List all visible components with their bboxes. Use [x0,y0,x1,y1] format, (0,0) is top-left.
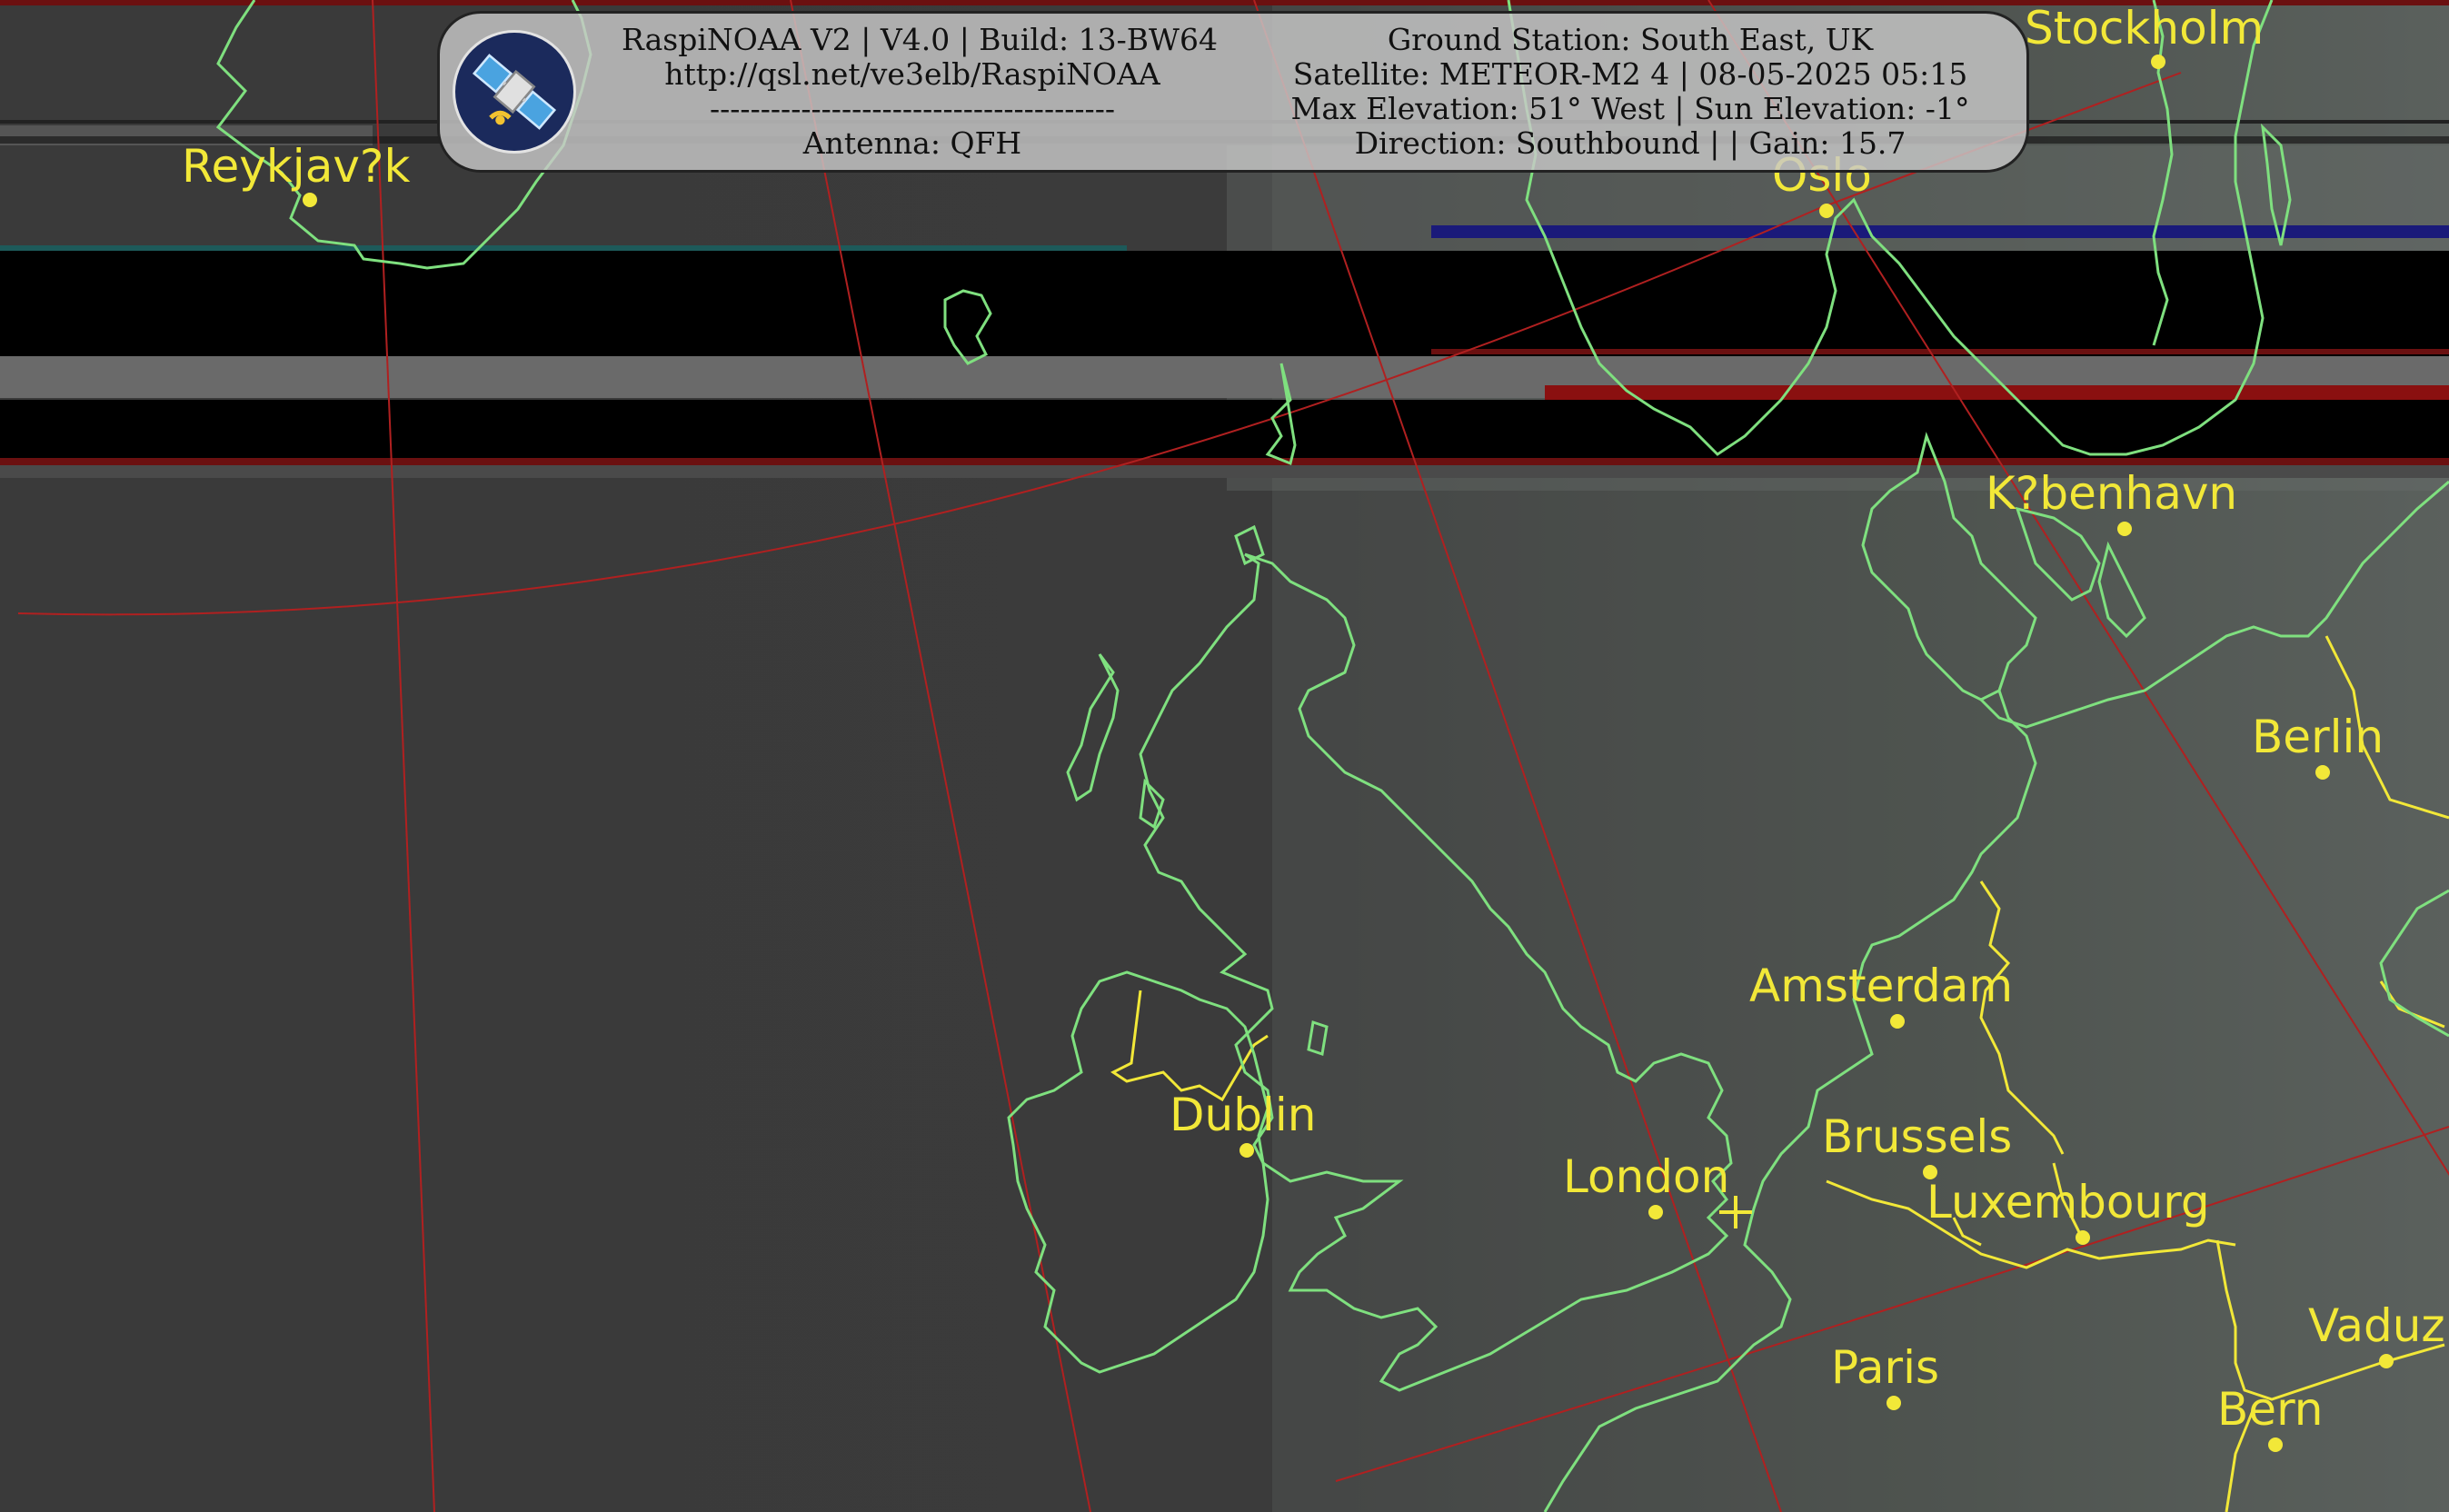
satellite-map: Reykjav?k Stockholm Oslo K?benhavn Berli… [0,0,2449,1512]
svg-text:Amsterdam: Amsterdam [1749,960,2013,1012]
svg-text:K?benhavn: K?benhavn [1986,467,2237,520]
build-line-url: http://qsl.net/ve3elb/RaspiNOAA [664,56,1160,92]
svg-text:Dublin: Dublin [1170,1089,1316,1141]
svg-text:Reykjav?k: Reykjav?k [182,140,410,193]
svg-text:Luxembourg: Luxembourg [1926,1176,2210,1228]
svg-text:Brussels: Brussels [1822,1110,2012,1163]
satellite-icon [453,30,576,154]
pass-info: Ground Station: South East, UK Satellite… [1258,23,2003,161]
pass-info-header: RaspiNOAA V2 | V4.0 | Build: 13-BW64 htt… [437,11,2029,173]
svg-text:Stockholm: Stockholm [2025,2,2264,55]
svg-text:Vaduz: Vaduz [2308,1299,2445,1352]
pass-line-satellite: Satellite: METEOR-M2 4 | 08-05-2025 05:1… [1292,56,1968,92]
svg-text:London: London [1563,1150,1729,1203]
svg-text:Bern: Bern [2217,1383,2323,1436]
build-line-separator: ---------------------------------------- [709,91,1115,126]
build-info: RaspiNOAA V2 | V4.0 | Build: 13-BW64 htt… [622,22,1218,161]
build-line-title: RaspiNOAA V2 | V4.0 | Build: 13-BW64 [622,22,1218,57]
pass-line-elevation: Max Elevation: 51° West | Sun Elevation:… [1290,91,1970,126]
svg-text:Berlin: Berlin [2252,711,2384,763]
build-line-antenna: Antenna: QFH [802,125,1022,161]
svg-text:Paris: Paris [1831,1341,1939,1394]
pass-line-station: Ground Station: South East, UK [1387,22,1874,57]
pass-line-direction: Direction: Southbound | | Gain: 15.7 [1354,125,1906,161]
